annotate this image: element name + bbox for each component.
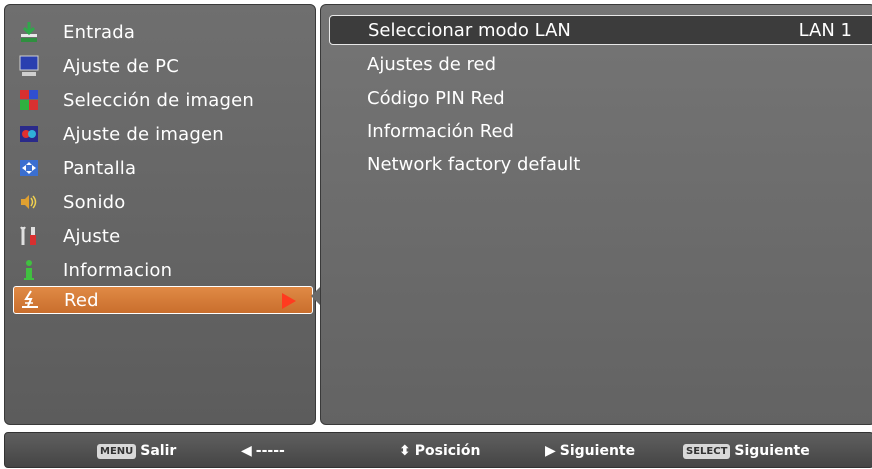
submenu-item-label: Seleccionar modo LAN — [368, 19, 571, 41]
submenu-item-label: Ajustes de red — [367, 53, 497, 75]
submenu-item-informacion-red[interactable]: Información Red — [329, 116, 872, 146]
lan-mode-value: LAN 1 — [798, 19, 852, 41]
menu-item-label: Sonido — [63, 191, 126, 213]
projector-menu: Entrada Ajuste de PC Selección de imagen… — [0, 0, 872, 469]
menu-item-sonido[interactable]: Sonido — [13, 187, 313, 217]
hint-position: ⬍ Posición — [399, 433, 480, 469]
submenu-arrow-icon — [282, 293, 296, 309]
color-bars-icon — [17, 88, 41, 112]
hint-select: SELECT Siguiente — [683, 433, 810, 469]
submenu-item-label: Información Red — [367, 120, 514, 142]
menu-item-label: Pantalla — [63, 157, 137, 179]
menu-item-label: Red — [64, 289, 99, 311]
select-key-icon: SELECT — [683, 443, 731, 459]
network-icon — [18, 288, 42, 312]
menu-item-label: Ajuste de imagen — [63, 123, 224, 145]
hint-exit-label: Salir — [140, 443, 177, 459]
menu-item-label: Ajuste — [63, 225, 121, 247]
submenu-item-label: Network factory default — [367, 153, 581, 175]
menu-item-red[interactable]: Red — [13, 286, 313, 314]
hint-back: ◀ ----- — [241, 433, 285, 469]
submenu-item-ajustes-de-red[interactable]: Ajustes de red — [329, 49, 872, 79]
speaker-icon — [17, 190, 41, 214]
menu-item-pantalla[interactable]: Pantalla — [13, 153, 313, 183]
menu-item-ajuste[interactable]: Ajuste — [13, 221, 313, 251]
menu-item-label: Informacion — [63, 259, 173, 281]
hint-exit: MENU Salir — [97, 433, 176, 469]
image-adjust-icon — [17, 122, 41, 146]
submenu-item-label: Código PIN Red — [367, 87, 505, 109]
menu-item-entrada[interactable]: Entrada — [13, 17, 313, 47]
menu-item-label: Ajuste de PC — [63, 55, 179, 77]
submenu-panel: Seleccionar modo LAN LAN 1 Ajustes de re… — [320, 4, 872, 425]
tools-icon — [17, 224, 41, 248]
menu-item-ajuste-de-imagen[interactable]: Ajuste de imagen — [13, 119, 313, 149]
left-arrow-icon: ◀ — [241, 443, 252, 459]
hint-next: ▶ Siguiente — [545, 433, 635, 469]
main-menu-panel: Entrada Ajuste de PC Selección de imagen… — [4, 4, 316, 425]
right-arrow-icon: ▶ — [545, 443, 556, 459]
hint-select-label: Siguiente — [734, 443, 810, 459]
info-icon — [17, 258, 41, 282]
submenu-item-codigo-pin-red[interactable]: Código PIN Red — [329, 83, 872, 113]
hint-next-label: Siguiente — [559, 443, 636, 459]
hint-back-label: ----- — [255, 443, 285, 459]
submenu-item-network-factory-default[interactable]: Network factory default — [329, 149, 872, 179]
menu-item-ajuste-de-pc[interactable]: Ajuste de PC — [13, 51, 313, 81]
up-down-arrow-icon: ⬍ — [399, 443, 411, 459]
menu-item-label: Entrada — [63, 21, 136, 43]
menu-item-seleccion-de-imagen[interactable]: Selección de imagen — [13, 85, 313, 115]
submenu-item-seleccionar-modo-lan[interactable]: Seleccionar modo LAN LAN 1 — [329, 15, 872, 45]
monitor-icon — [17, 54, 41, 78]
screen-arrows-icon — [17, 156, 41, 180]
menu-item-informacion[interactable]: Informacion — [13, 255, 313, 285]
menu-key-icon: MENU — [97, 443, 137, 459]
input-arrow-icon — [17, 20, 41, 44]
hint-position-label: Posición — [414, 443, 481, 459]
footer-hint-bar: MENU Salir ◀ ----- ⬍ Posición ▶ Siguient… — [4, 432, 872, 468]
menu-item-label: Selección de imagen — [63, 89, 255, 111]
